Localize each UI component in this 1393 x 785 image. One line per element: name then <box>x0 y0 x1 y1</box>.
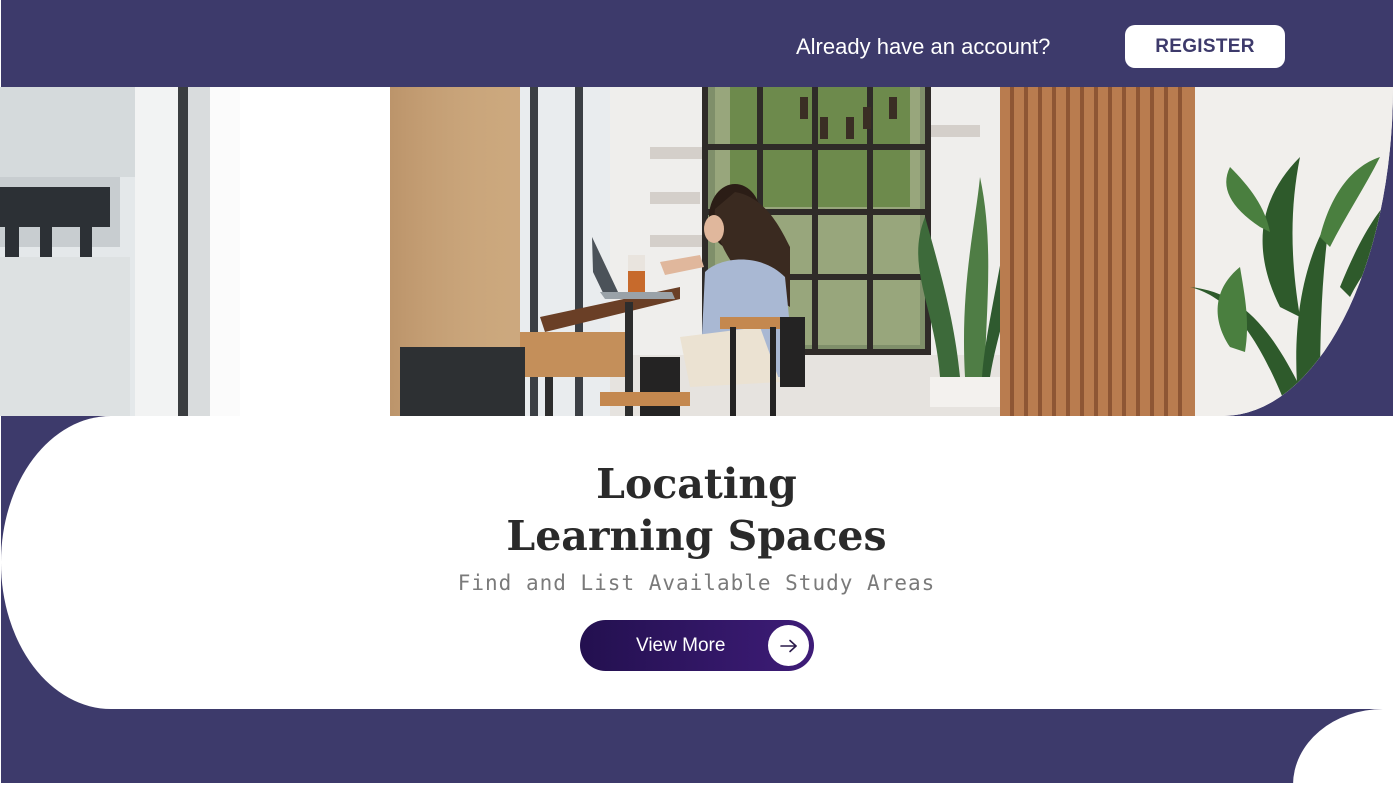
view-more-label: View More <box>636 635 726 656</box>
page-subtitle: Find and List Available Study Areas <box>457 571 936 595</box>
arrow-right-icon <box>768 625 809 666</box>
title-line-1: Locating <box>596 460 797 508</box>
title-line-2: Learning Spaces <box>506 512 887 560</box>
cafe-study-scene-image <box>0 87 1393 416</box>
hero-photo <box>0 87 1393 416</box>
landing-page: Already have an account? REGISTER Locati… <box>0 0 1393 785</box>
page-title: Locating Learning Spaces <box>0 458 1393 562</box>
top-bar: Already have an account? REGISTER <box>0 0 1393 88</box>
register-button[interactable]: REGISTER <box>1125 25 1285 68</box>
view-more-button[interactable]: View More <box>580 620 814 671</box>
account-prompt: Already have an account? <box>796 34 1051 59</box>
